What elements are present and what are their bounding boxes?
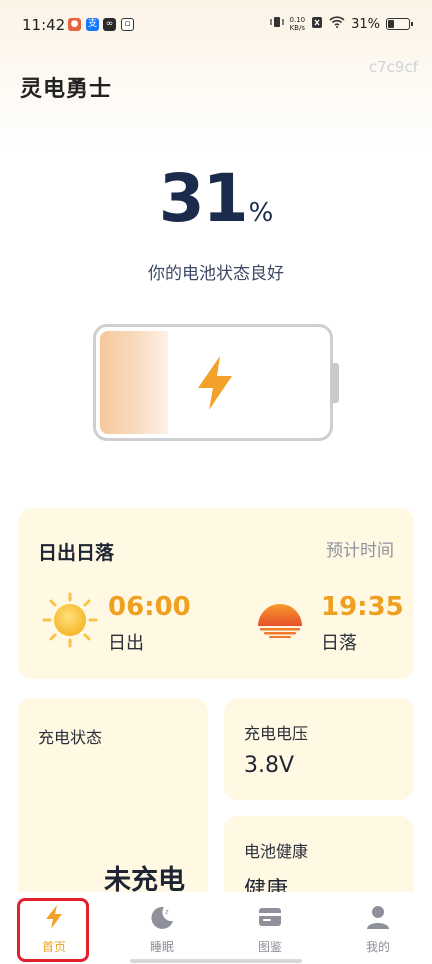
voltage-card[interactable]: 充电电压 3.8V — [224, 698, 414, 800]
svg-text:z: z — [165, 908, 169, 916]
battery-terminal — [331, 363, 339, 403]
percentage-unit: % — [248, 198, 274, 228]
battery-health-message: 你的电池状态良好 — [148, 264, 284, 284]
person-icon — [367, 906, 389, 929]
tab-catalog[interactable]: 图鉴 — [216, 892, 324, 964]
tab-profile[interactable]: 我的 — [324, 892, 432, 964]
sunset-icon — [258, 604, 302, 638]
notification-app-icon: ● — [68, 18, 81, 31]
battery-percentage: 31% — [0, 160, 432, 237]
health-label: 电池健康 — [244, 842, 309, 861]
battery-percent: 31% — [351, 16, 380, 32]
alipay-icon: 支 — [86, 18, 99, 31]
no-sim-icon — [311, 16, 323, 33]
sunrise-label: 日出 — [108, 633, 144, 654]
battery-icon — [386, 18, 413, 30]
home-indicator[interactable] — [130, 959, 302, 963]
link-app-icon: ∞ — [103, 18, 116, 31]
tab-profile-label: 我的 — [365, 940, 390, 954]
charge-status-card[interactable]: 充电状态 未充电 — [18, 698, 208, 908]
moon-icon: z — [151, 906, 173, 929]
charge-status-label: 充电状态 — [38, 728, 103, 747]
voltage-label: 充电电压 — [244, 724, 309, 743]
hex-code-label: c7c9cf — [368, 58, 418, 76]
card-title: 日出日落 — [38, 542, 115, 564]
sunset-label: 日落 — [321, 633, 357, 654]
tab-sleep-label: 睡眠 — [149, 940, 174, 954]
sunrise-sunset-card[interactable]: 日出日落 预计时间 06:00 日出 19:35 日落 — [18, 508, 414, 679]
sunrise-time: 06:00 — [108, 592, 191, 622]
network-speed: 0.10 KB/s — [290, 16, 306, 32]
wifi-icon — [329, 16, 345, 32]
percentage-number: 31 — [158, 160, 249, 237]
tab-sleep[interactable]: z 睡眠 — [108, 892, 216, 964]
card-icon — [259, 908, 281, 926]
app-title: 灵电勇士 — [20, 77, 113, 102]
bolt-icon — [198, 356, 232, 410]
sunset-time: 19:35 — [321, 592, 404, 622]
battery-fill — [100, 331, 168, 434]
message-app-icon: ▫ — [121, 18, 134, 31]
status-bar: 11:42 ● 支 ∞ ▫ 0.10 KB/s 31% — [0, 0, 432, 52]
vibrate-icon — [269, 15, 284, 33]
sun-icon — [42, 592, 98, 648]
status-time: 11:42 — [22, 16, 66, 34]
tab-catalog-label: 图鉴 — [257, 940, 282, 954]
speed-unit: KB/s — [289, 24, 305, 32]
selected-tab-highlight — [17, 898, 89, 962]
speed-value: 0.10 — [289, 16, 306, 24]
voltage-value: 3.8V — [244, 753, 295, 778]
estimated-time-link[interactable]: 预计时间 — [326, 536, 394, 561]
